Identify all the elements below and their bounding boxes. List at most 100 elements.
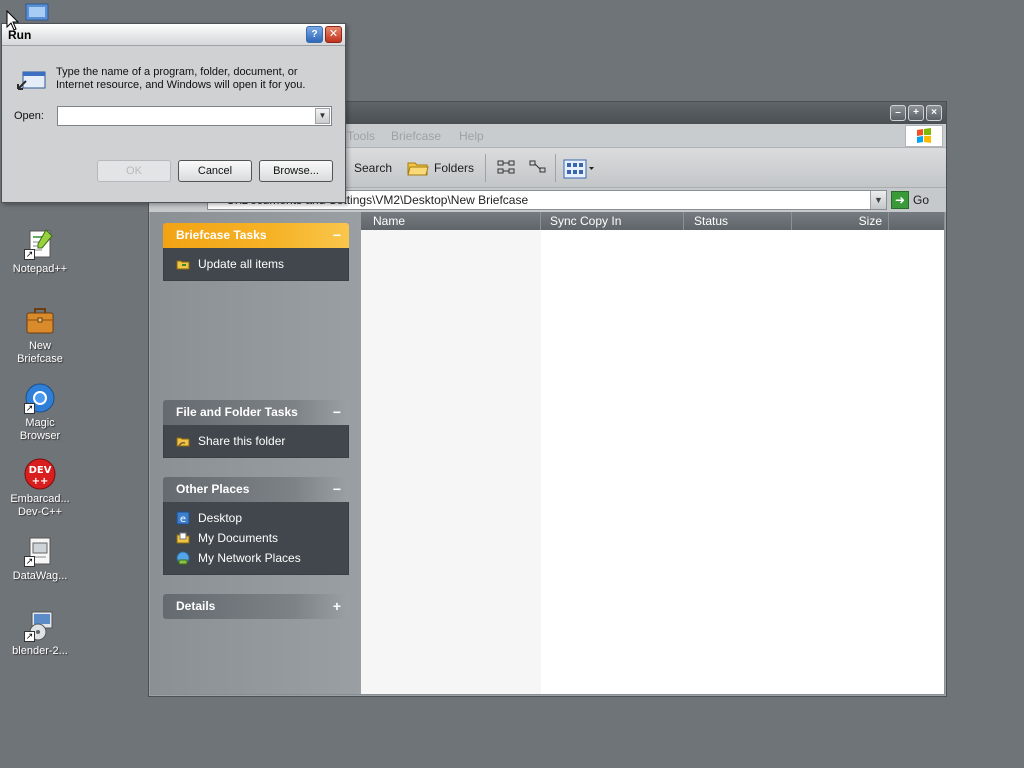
desktop-icon-datawag[interactable]: ↗ DataWag... — [0, 535, 80, 583]
details-group: Details + — [163, 594, 349, 619]
details-title: Details — [176, 599, 216, 613]
desktop-icon-magic-browser[interactable]: ↗ Magic Browser — [0, 382, 80, 443]
task-label: Share this folder — [198, 434, 286, 448]
notepadpp-icon: ↗ — [24, 228, 56, 260]
go-arrow-icon: ➜ — [891, 191, 909, 209]
copy-to-button[interactable] — [529, 159, 547, 175]
desktop-icon-devcpp[interactable]: DEV ++ Embarcad... Dev-C++ — [0, 458, 80, 519]
desktop-icon-new-briefcase[interactable]: New Briefcase — [0, 305, 80, 366]
collapse-icon[interactable]: − — [333, 223, 341, 247]
place-label: My Documents — [198, 531, 279, 545]
collapse-icon[interactable]: − — [333, 477, 341, 501]
desktop-icon: e — [176, 511, 190, 525]
shortcut-arrow-icon: ↗ — [24, 631, 35, 642]
desktop-icon-notepadpp[interactable]: ↗ Notepad++ — [0, 228, 80, 276]
place-desktop[interactable]: e Desktop — [176, 508, 348, 528]
briefcase-tasks-group: Briefcase Tasks − Update all items — [163, 223, 349, 281]
place-label: Desktop — [198, 511, 243, 525]
installer-icon: ↗ — [24, 610, 56, 642]
sorted-column-highlight — [361, 230, 541, 694]
details-header[interactable]: Details + — [163, 594, 349, 619]
list-header: Name Sync Copy In Status Size — [361, 212, 944, 230]
minimize-button[interactable]: – — [890, 105, 906, 121]
ok-button[interactable]: OK — [97, 160, 171, 182]
search-label: Search — [354, 161, 393, 175]
menu-tools[interactable]: Tools — [347, 129, 375, 143]
file-list[interactable]: Name Sync Copy In Status Size — [361, 212, 944, 694]
shortcut-arrow-icon: ↗ — [24, 249, 35, 260]
open-label: Open: — [14, 110, 44, 122]
network-places-icon — [176, 551, 190, 565]
run-description: Type the name of a program, folder, docu… — [56, 66, 306, 91]
folders-icon — [407, 162, 429, 176]
place-my-network-places[interactable]: My Network Places — [176, 548, 348, 568]
views-icon — [563, 159, 594, 179]
folders-label: Folders — [434, 161, 475, 175]
copy-to-icon — [529, 160, 546, 173]
menu-help[interactable]: Help — [459, 129, 484, 143]
desktop-icon-label: Notepad++ — [12, 263, 68, 275]
help-button[interactable]: ? — [306, 26, 323, 43]
desktop-icon-label: New Briefcase — [17, 340, 63, 365]
shortcut-arrow-icon: ↗ — [24, 556, 35, 567]
menu-briefcase[interactable]: Briefcase — [391, 129, 441, 143]
briefcase-icon — [24, 305, 56, 337]
expand-icon[interactable]: + — [333, 594, 341, 618]
maximize-button[interactable]: + — [908, 105, 924, 121]
run-titlebar[interactable]: Run ? ✕ — [2, 24, 345, 46]
briefcase-tasks-header[interactable]: Briefcase Tasks − — [163, 223, 349, 248]
collapse-icon[interactable]: − — [333, 400, 341, 424]
move-to-icon — [497, 160, 515, 174]
run-dialog: Run ? ✕ Type the name of a program, fold… — [1, 23, 346, 203]
folders-button[interactable]: Folders — [407, 159, 474, 177]
open-input[interactable] — [58, 107, 308, 125]
devcpp-icon: DEV ++ — [24, 458, 56, 490]
task-share-this-folder[interactable]: Share this folder — [176, 431, 348, 451]
task-label: Update all items — [198, 257, 285, 271]
views-button[interactable] — [563, 159, 595, 179]
desktop-icon-label: blender-2... — [12, 645, 68, 657]
move-to-button[interactable] — [497, 159, 515, 175]
task-update-all-items[interactable]: Update all items — [176, 254, 348, 274]
svg-text:e: e — [180, 514, 186, 525]
chevron-down-icon[interactable]: ▼ — [315, 108, 330, 124]
chevron-down-icon[interactable]: ▼ — [870, 191, 886, 209]
windows-logo-icon — [905, 125, 943, 147]
svg-text:++: ++ — [32, 476, 49, 487]
open-combobox[interactable]: ▼ — [57, 106, 332, 126]
file-folder-tasks-title: File and Folder Tasks — [176, 405, 298, 419]
cancel-button[interactable]: Cancel — [178, 160, 252, 182]
other-places-title: Other Places — [176, 482, 250, 496]
desktop-icon-label: Embarcad... Dev-C++ — [10, 493, 70, 518]
desktop-icon-partial[interactable] — [24, 2, 54, 22]
desktop-icon-label: DataWag... — [12, 570, 68, 582]
datawag-icon: ↗ — [24, 535, 56, 567]
close-button[interactable]: ✕ — [325, 26, 342, 43]
column-sync-copy-in[interactable]: Sync Copy In — [541, 212, 684, 230]
column-name[interactable]: Name — [361, 212, 541, 230]
browse-button[interactable]: Browse... — [259, 160, 333, 182]
desktop-icon-label: Magic Browser — [19, 417, 61, 442]
browser-icon: ↗ — [24, 382, 56, 414]
go-label: Go — [913, 193, 930, 207]
place-label: My Network Places — [198, 551, 301, 565]
svg-text:DEV: DEV — [29, 465, 52, 476]
task-pane: Briefcase Tasks − Update all items File … — [151, 212, 361, 694]
column-status[interactable]: Status — [684, 212, 792, 230]
computer-icon — [25, 3, 49, 21]
my-documents-icon — [176, 532, 190, 544]
go-button[interactable]: ➜ Go — [891, 191, 929, 209]
briefcase-tasks-title: Briefcase Tasks — [176, 228, 267, 242]
desktop-icon-blender[interactable]: ↗ blender-2... — [0, 610, 80, 658]
mouse-pointer-icon — [6, 10, 20, 31]
share-folder-icon — [176, 437, 190, 447]
update-folder-icon — [176, 260, 190, 270]
column-size[interactable]: Size — [792, 212, 889, 230]
close-button[interactable]: × — [926, 105, 942, 121]
place-my-documents[interactable]: My Documents — [176, 528, 348, 548]
file-folder-tasks-header[interactable]: File and Folder Tasks − — [163, 400, 349, 425]
shortcut-arrow-icon: ↗ — [24, 403, 35, 414]
run-program-icon — [14, 69, 48, 97]
other-places-group: Other Places − e Desktop My Documents My… — [163, 477, 349, 575]
other-places-header[interactable]: Other Places − — [163, 477, 349, 502]
